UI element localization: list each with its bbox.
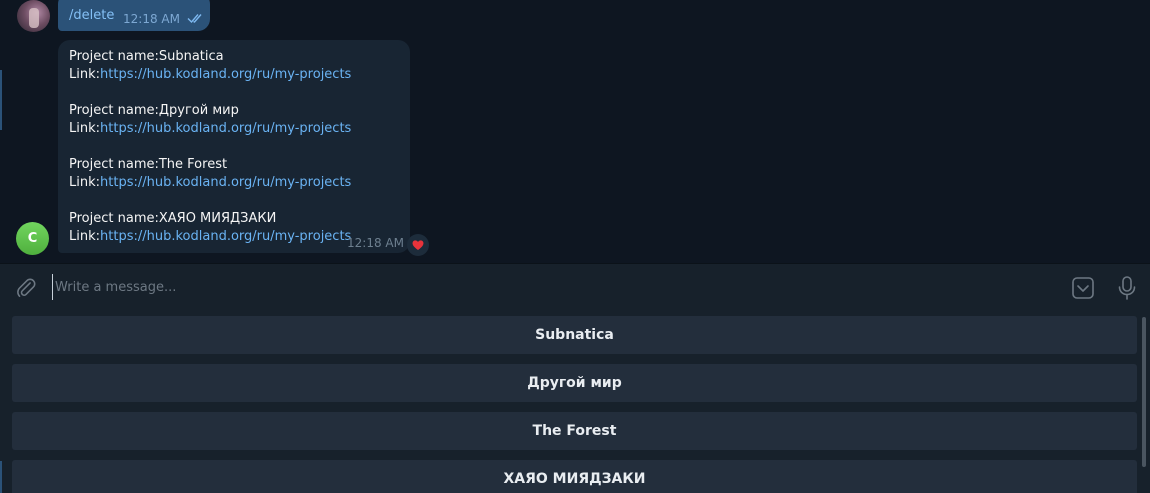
telegram-chat-window: /delete 12:18 AM Project name:Subnatica … xyxy=(0,0,1150,493)
message-input[interactable] xyxy=(52,274,1035,300)
link-label: Link: xyxy=(69,121,101,136)
outgoing-message-bubble[interactable]: /delete 12:18 AM xyxy=(58,0,210,31)
double-check-icon xyxy=(187,14,202,24)
message-composer xyxy=(0,263,1150,312)
project-entry: Project name:The Forest Link:https://hub… xyxy=(69,156,351,192)
incoming-message-time: 12:18 AM xyxy=(347,236,404,250)
keyboard-toggle-icon[interactable] xyxy=(1071,276,1095,300)
bot-avatar[interactable]: C xyxy=(16,222,49,255)
user-avatar[interactable] xyxy=(17,0,50,32)
selection-accent xyxy=(0,461,2,493)
project-entry: Project name:ХАЯО МИЯДЗАКИ Link:https://… xyxy=(69,210,351,246)
link-label: Link: xyxy=(69,229,101,244)
paperclip-icon[interactable] xyxy=(15,277,37,299)
keyboard-button-the-forest[interactable]: The Forest xyxy=(12,412,1137,450)
heart-icon xyxy=(412,240,424,250)
keyboard-button-hayao-miyazaki[interactable]: ХАЯО МИЯДЗАКИ xyxy=(12,460,1137,493)
outgoing-message-text[interactable]: /delete xyxy=(69,8,114,23)
project-entry: Project name:Subnatica Link:https://hub.… xyxy=(69,48,351,84)
project-link[interactable]: https://hub.kodland.org/ru/my-projects xyxy=(100,121,351,136)
project-name-line: Project name:ХАЯО МИЯДЗАКИ xyxy=(69,211,277,226)
reply-keyboard: Subnatica Другой мир The Forest ХАЯО МИЯ… xyxy=(0,311,1150,493)
project-entry: Project name:Другой мир Link:https://hub… xyxy=(69,102,351,138)
project-link[interactable]: https://hub.kodland.org/ru/my-projects xyxy=(100,175,351,190)
message-history[interactable]: /delete 12:18 AM Project name:Subnatica … xyxy=(0,0,1150,263)
project-name-line: Project name:The Forest xyxy=(69,157,228,172)
selection-accent xyxy=(0,70,2,130)
project-link[interactable]: https://hub.kodland.org/ru/my-projects xyxy=(100,67,351,82)
microphone-icon[interactable] xyxy=(1116,275,1138,301)
outgoing-message-time: 12:18 AM xyxy=(123,12,180,26)
reaction-badge[interactable] xyxy=(407,234,429,256)
link-label: Link: xyxy=(69,67,101,82)
link-label: Link: xyxy=(69,175,101,190)
keyboard-button-drugoy-mir[interactable]: Другой мир xyxy=(12,364,1137,402)
incoming-message-bubble[interactable]: Project name:Subnatica Link:https://hub.… xyxy=(58,40,410,253)
project-name-line: Project name:Subnatica xyxy=(69,49,224,64)
keyboard-button-subnatica[interactable]: Subnatica xyxy=(12,316,1137,354)
project-name-line: Project name:Другой мир xyxy=(69,103,239,118)
project-link[interactable]: https://hub.kodland.org/ru/my-projects xyxy=(100,229,351,244)
keyboard-scrollbar[interactable] xyxy=(1142,317,1146,467)
